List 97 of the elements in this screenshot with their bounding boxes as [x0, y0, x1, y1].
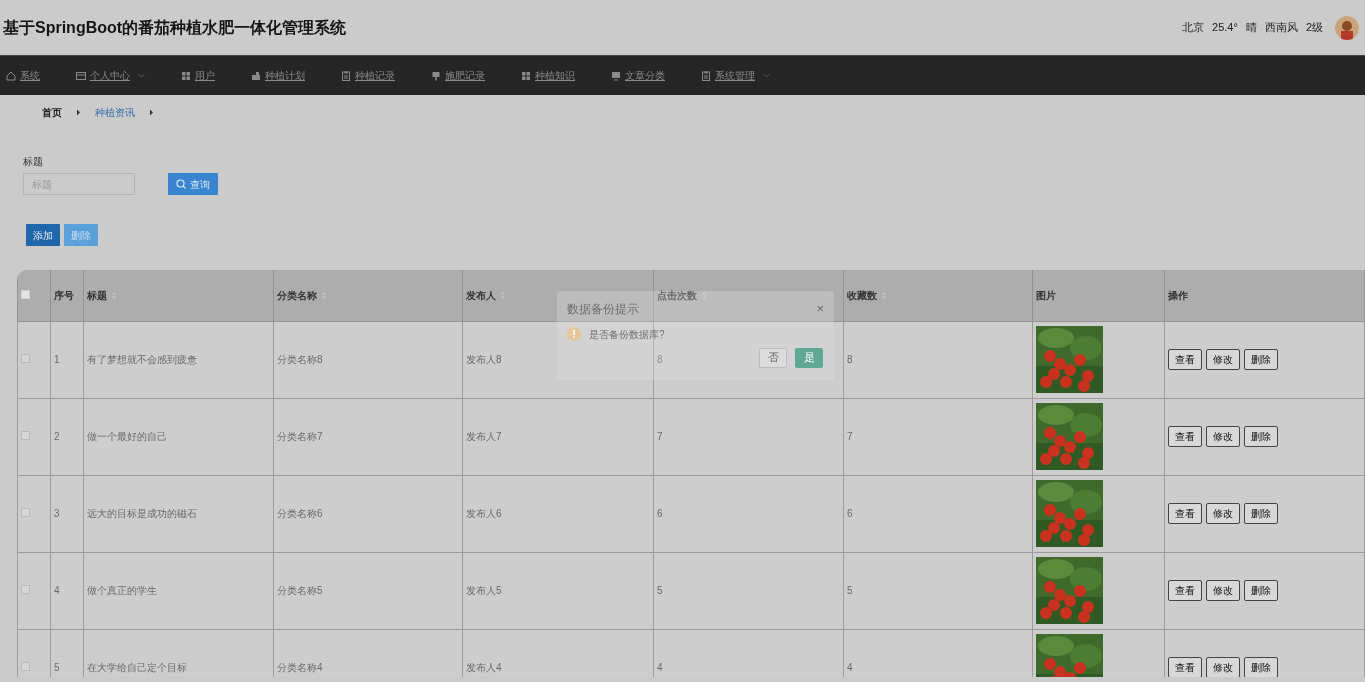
table-cell: 7 [653, 398, 844, 475]
dialog-title: 数据备份提示 [567, 300, 639, 318]
table-cell: 4 [653, 629, 844, 677]
column-header[interactable]: 发布人 [466, 287, 506, 303]
nav-item[interactable]: 施肥记录 [431, 68, 485, 83]
checkbox[interactable] [21, 662, 30, 671]
column-header[interactable]: 分类名称 [277, 287, 327, 303]
table-cell: 7 [843, 398, 1033, 475]
weather-text: 2级 [1305, 20, 1323, 36]
close-icon[interactable]: × [816, 299, 824, 319]
delete-button[interactable]: 删除 [1244, 349, 1278, 370]
delete-button[interactable]: 删除 [1244, 580, 1278, 601]
nav-item[interactable]: 种植计划 [251, 68, 305, 83]
edit-button[interactable]: 修改 [1206, 426, 1240, 447]
edit-button[interactable]: 修改 [1206, 657, 1240, 677]
weather-text: 晴 [1245, 20, 1257, 36]
table-cell: 发布人4 [462, 629, 654, 677]
dialog-message: 是否备份数据库? [589, 327, 665, 342]
weather-text: 北京 [1182, 20, 1205, 36]
table-cell: 6 [653, 475, 844, 552]
weather-text: 25.4° [1212, 20, 1238, 36]
delete-button[interactable]: 删除 [1244, 426, 1278, 447]
table-cell: 2 [50, 398, 84, 475]
app-title: 基于SpringBoot的番茄种植水肥一体化管理系统 [3, 17, 347, 38]
table-cell: 分类名称4 [273, 629, 463, 677]
nav-item[interactable]: 文章分类 [611, 68, 665, 83]
grid-icon [181, 70, 191, 81]
grid-icon [521, 70, 531, 81]
table-cell: 远大的目标是成功的磁石 [83, 475, 274, 552]
edit-button[interactable]: 修改 [1206, 580, 1240, 601]
chevron-icon [149, 109, 154, 116]
chevron-icon [76, 109, 81, 116]
table-cell: 5 [50, 629, 84, 677]
search-icon [176, 179, 186, 189]
table-cell: 分类名称6 [273, 475, 463, 552]
view-button[interactable]: 查看 [1168, 580, 1202, 601]
field-label: 标题 [23, 155, 44, 169]
table-cell: 5 [843, 552, 1033, 629]
table-cell: 5 [653, 552, 844, 629]
edit-button[interactable]: 修改 [1206, 349, 1240, 370]
edit-button[interactable]: 修改 [1206, 503, 1240, 524]
table-cell: 4 [843, 629, 1033, 677]
checkbox[interactable] [21, 431, 30, 440]
clipboard-icon [341, 70, 351, 81]
column-header[interactable]: 收藏数 [847, 287, 887, 303]
checkbox[interactable] [21, 585, 30, 594]
table-cell: 分类名称5 [273, 552, 463, 629]
nav-item[interactable]: 种植知识 [521, 68, 575, 83]
column-header[interactable]: 操作 [1168, 287, 1188, 303]
column-header[interactable]: 标题 [87, 287, 117, 303]
warning-icon [567, 327, 581, 341]
cancel-button[interactable]: 否 [759, 347, 787, 368]
search-button[interactable]: 查询 [168, 173, 218, 195]
checkbox[interactable] [21, 289, 30, 299]
table-cell: 做个真正的学生 [83, 552, 274, 629]
table-cell: 3 [50, 475, 84, 552]
caret-icon [763, 73, 770, 78]
table-cell: 分类名称8 [273, 321, 463, 398]
delete-button[interactable]: 删除 [1244, 657, 1278, 677]
column-header[interactable]: 图片 [1036, 287, 1056, 303]
nav-item[interactable]: 系统 [6, 68, 40, 83]
monitor-icon [611, 70, 621, 81]
caret-icon [138, 73, 145, 78]
table-cell: 发布人5 [462, 552, 654, 629]
view-button[interactable]: 查看 [1168, 426, 1202, 447]
home-icon [6, 70, 16, 81]
table-cell: 有了梦想就不会感到疲惫 [83, 321, 274, 398]
chart-icon [251, 70, 261, 81]
add-button[interactable]: 添加 [26, 224, 60, 246]
view-button[interactable]: 查看 [1168, 657, 1202, 677]
view-button[interactable]: 查看 [1168, 349, 1202, 370]
card-icon [76, 70, 86, 81]
table-cell: 在大学给自己定个目标 [83, 629, 274, 677]
checkbox[interactable] [21, 354, 30, 363]
table-cell: 6 [843, 475, 1033, 552]
sort-icon[interactable] [701, 290, 707, 300]
view-button[interactable]: 查看 [1168, 503, 1202, 524]
nav-item[interactable]: 系统管理 [701, 68, 770, 83]
breadcrumb-item[interactable]: 首页 [42, 105, 62, 120]
column-header[interactable]: 点击次数 [657, 287, 707, 303]
nav-item[interactable]: 种植记录 [341, 68, 395, 83]
column-header[interactable]: 序号 [54, 287, 74, 303]
nav-item[interactable]: 用户 [181, 68, 215, 83]
table-cell: 4 [50, 552, 84, 629]
checkbox[interactable] [21, 508, 30, 517]
breadcrumb-item[interactable]: 种植资讯 [95, 105, 135, 120]
pin-icon [431, 70, 441, 81]
table-cell: 1 [50, 321, 84, 398]
avatar-icon[interactable] [1335, 15, 1359, 40]
clipboard-icon [701, 70, 711, 81]
table-cell: 分类名称7 [273, 398, 463, 475]
table-cell: 发布人7 [462, 398, 654, 475]
nav-item[interactable]: 个人中心 [76, 68, 145, 83]
table-cell: 8 [843, 321, 1033, 398]
table-cell: 发布人6 [462, 475, 654, 552]
weather-text: 西南风 [1264, 20, 1298, 36]
delete-button[interactable]: 删除 [1244, 503, 1278, 524]
